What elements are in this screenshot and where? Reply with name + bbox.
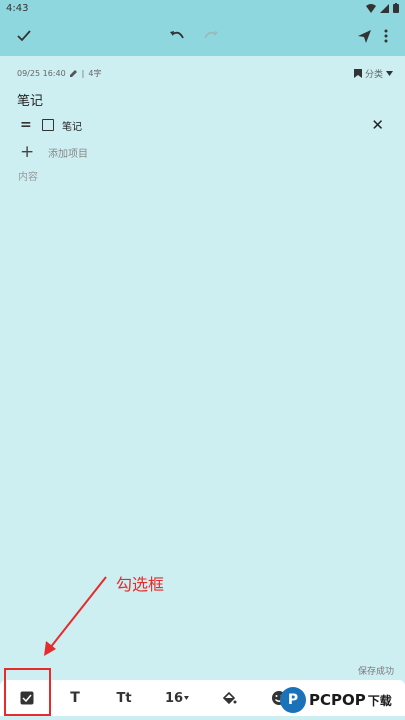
done-button[interactable] <box>12 24 36 48</box>
note-meta: 09/25 16:40 | 4字 <box>17 66 395 80</box>
annotation-highlight-box <box>4 668 51 716</box>
signal-icon <box>380 3 389 13</box>
check-icon <box>17 30 31 42</box>
redo-icon <box>204 31 218 39</box>
top-toolbar <box>0 16 405 56</box>
battery-icon <box>393 3 399 13</box>
bold-icon: T <box>70 690 80 706</box>
delete-item-icon[interactable]: ✕ <box>371 116 384 134</box>
watermark-p-icon: P <box>280 687 306 713</box>
watermark-suffix: 下载 <box>367 693 392 708</box>
fill-color-button[interactable] <box>220 687 238 709</box>
add-item-label: 添加项目 <box>48 148 88 160</box>
bookmark-icon <box>353 68 362 78</box>
watermark-logo: P PCPOP 下载 <box>280 684 392 716</box>
undo-button[interactable] <box>165 24 189 48</box>
category-selector[interactable]: 分类 <box>353 66 393 80</box>
dropdown-arrow-icon <box>386 70 393 76</box>
font-size-dropdown-icon <box>184 696 189 700</box>
font-size-button[interactable]: 16 <box>165 687 189 709</box>
checklist-checkbox[interactable] <box>42 119 54 131</box>
drag-handle-icon[interactable]: = <box>20 117 34 133</box>
undo-icon <box>170 31 184 39</box>
fill-color-icon <box>222 691 237 705</box>
send-button[interactable] <box>352 24 376 48</box>
bold-button[interactable]: T <box>66 687 84 709</box>
redo-button[interactable] <box>199 24 223 48</box>
wifi-icon <box>366 3 376 13</box>
meta-separator: | <box>81 68 85 78</box>
more-menu-button[interactable] <box>379 24 393 48</box>
edit-pencil-icon[interactable] <box>69 69 78 78</box>
status-time: 4:43 <box>6 2 29 14</box>
note-title[interactable]: 笔记 <box>17 90 43 109</box>
text-style-icon: Tt <box>116 690 132 706</box>
word-count: 4字 <box>88 68 102 78</box>
note-date: 09/25 16:40 <box>17 68 66 78</box>
checklist-item-text[interactable]: 笔记 <box>62 118 82 133</box>
category-label: 分类 <box>364 69 383 80</box>
more-vert-icon <box>384 29 388 43</box>
status-icons <box>366 3 399 13</box>
checklist-item: = 笔记 ✕ <box>20 116 390 134</box>
annotation-label: 勾选框 <box>116 575 165 594</box>
send-icon <box>357 29 371 43</box>
add-icon: + <box>20 142 35 162</box>
font-size-icon: 16 <box>165 690 184 706</box>
text-style-button[interactable]: Tt <box>112 687 136 709</box>
content-field[interactable]: 内容 <box>18 168 38 183</box>
save-status: 保存成功 <box>357 667 394 677</box>
watermark-brand: PCPOP <box>309 691 366 709</box>
add-item-row[interactable]: + 添加项目 <box>20 142 88 162</box>
annotation-arrow <box>44 576 107 656</box>
status-bar: 4:43 <box>0 0 405 16</box>
